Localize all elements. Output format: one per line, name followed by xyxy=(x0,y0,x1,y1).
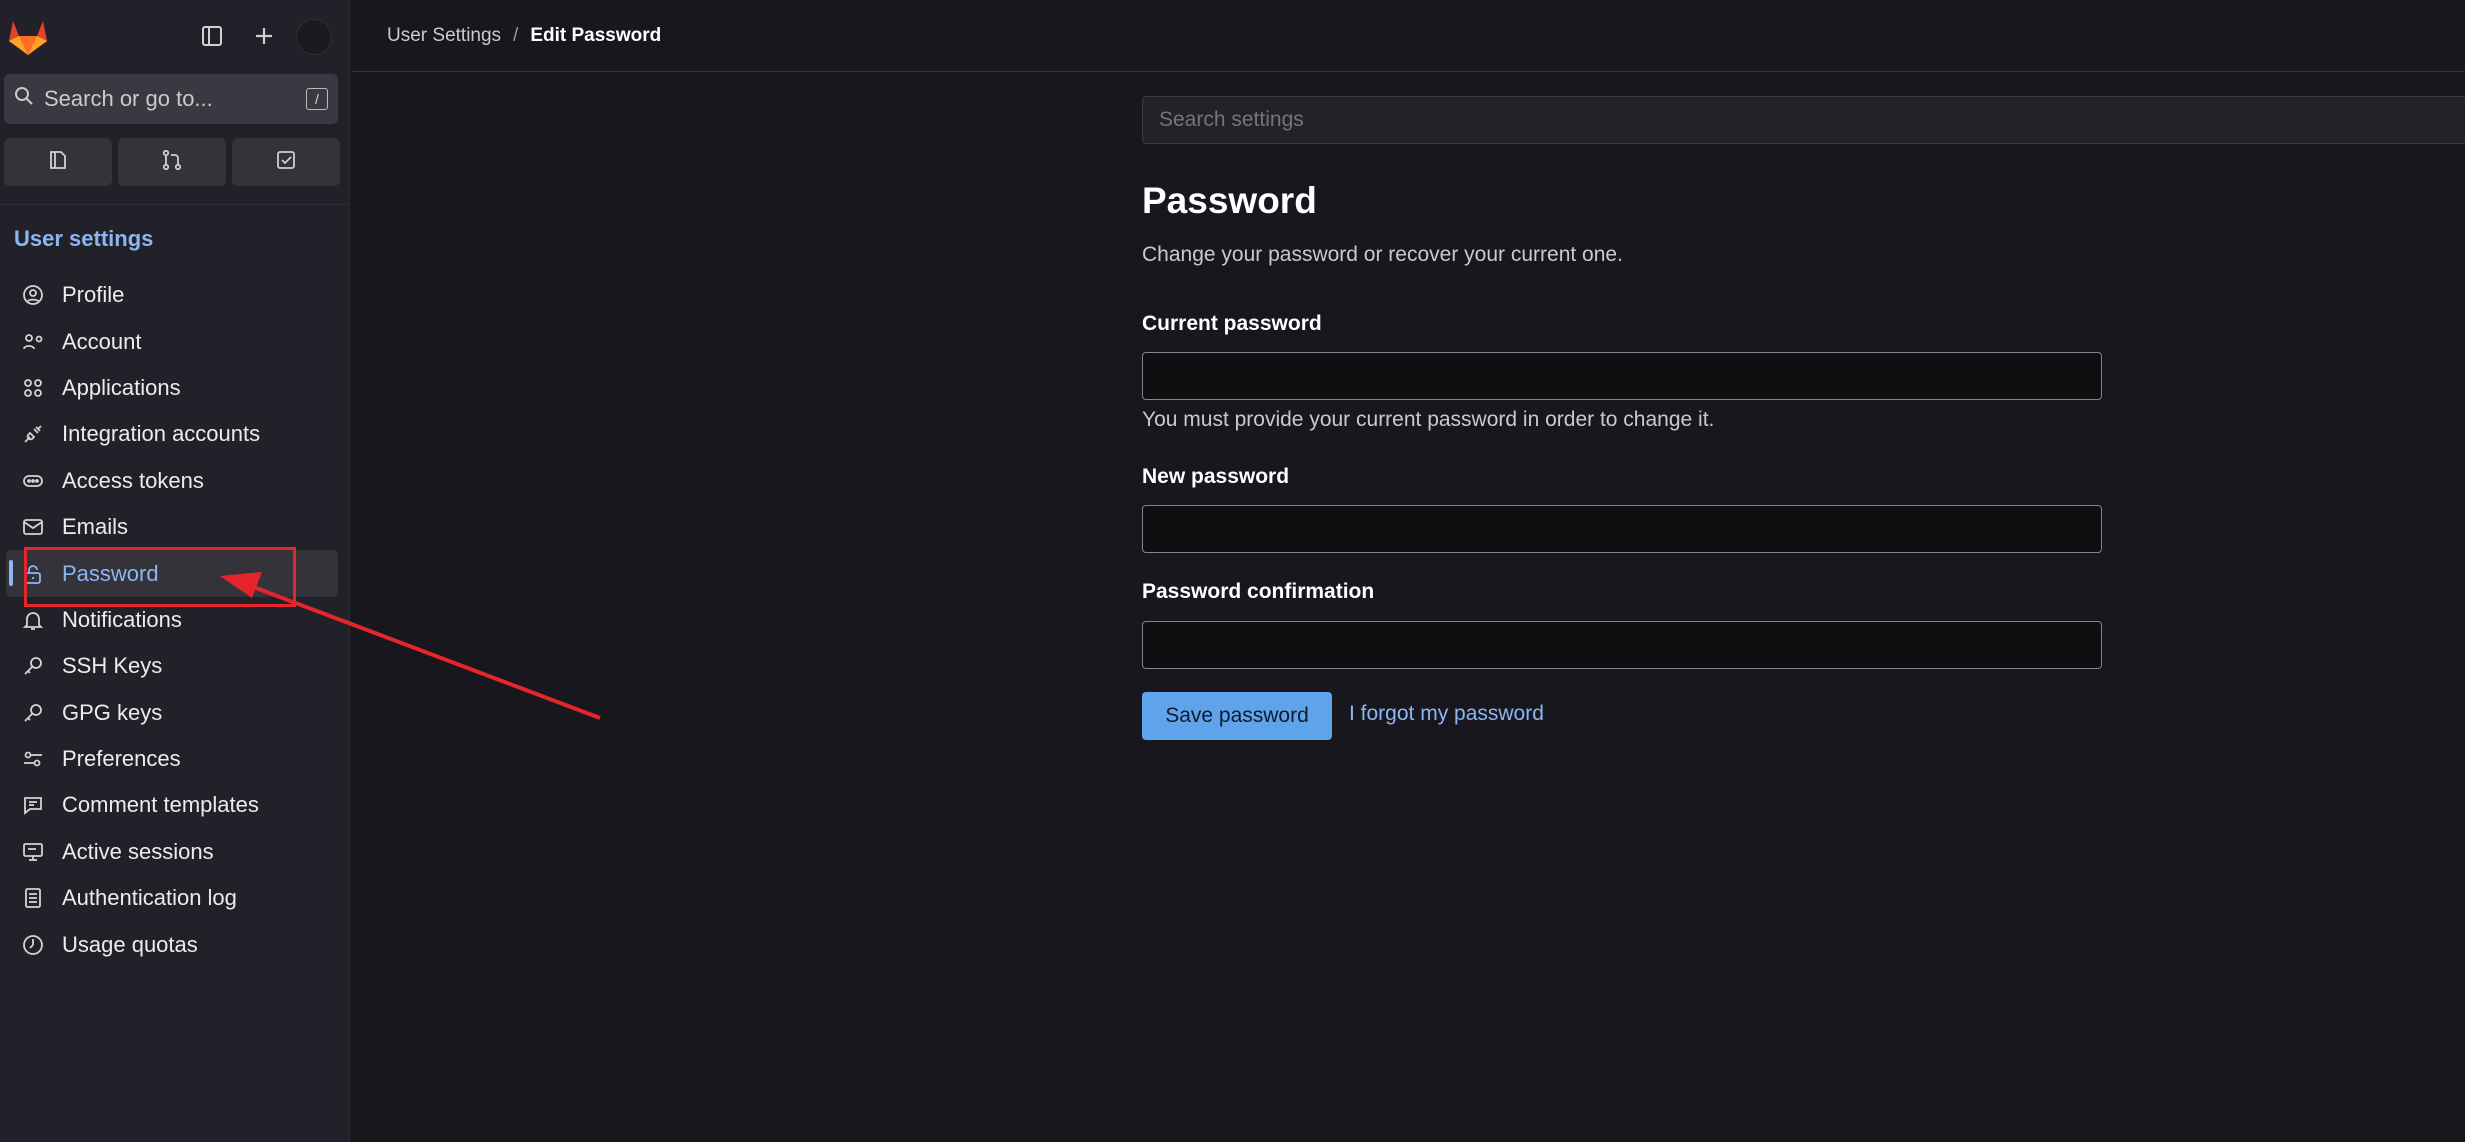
global-search-placeholder: Search or go to... xyxy=(44,86,213,111)
sidebar-item-label: Applications xyxy=(62,374,181,400)
search-settings-input[interactable] xyxy=(1142,96,2465,144)
quick-actions xyxy=(4,138,340,186)
todo-icon xyxy=(275,149,297,176)
sidebar-item-authentication-log[interactable]: Authentication log xyxy=(0,875,350,921)
issues-button[interactable] xyxy=(4,138,112,186)
sidebar-item-gpg-keys[interactable]: GPG keys xyxy=(0,690,350,736)
breadcrumb-separator: / xyxy=(513,24,519,46)
sidebar-item-preferences[interactable]: Preferences xyxy=(0,736,350,782)
save-password-button[interactable]: Save password xyxy=(1142,692,1332,740)
global-search-button[interactable]: Search or go to... / xyxy=(4,74,338,124)
current-password-help: You must provide your current password i… xyxy=(1142,408,1715,431)
mail-icon xyxy=(20,514,46,540)
sidebar-item-ssh-keys[interactable]: SSH Keys xyxy=(0,643,350,689)
sidebar-item-label: Preferences xyxy=(62,746,181,772)
sidebar-item-label: Emails xyxy=(62,514,129,540)
profile-icon xyxy=(20,282,46,308)
new-password-label: New password xyxy=(1142,465,1290,488)
sidebar-item-integration-accounts[interactable]: Integration accounts xyxy=(0,411,350,457)
sidebar-item-usage-quotas[interactable]: Usage quotas xyxy=(0,921,350,967)
sidebar-item-active-sessions[interactable]: Active sessions xyxy=(0,829,350,875)
sidebar-item-label: Account xyxy=(62,328,142,354)
sidebar-toggle-icon[interactable] xyxy=(196,20,228,52)
breadcrumb-user-settings[interactable]: User Settings xyxy=(387,25,501,47)
sidebar-item-label: Active sessions xyxy=(62,838,214,864)
sidebar-nav: Profile Account Applications Integration… xyxy=(0,272,350,968)
sidebar-item-label: Access tokens xyxy=(62,467,204,493)
token-icon xyxy=(20,468,46,494)
sidebar-item-password[interactable]: Password xyxy=(6,550,338,597)
account-icon xyxy=(20,329,46,355)
sidebar-item-label: Usage quotas xyxy=(62,931,198,957)
monitor-icon xyxy=(20,839,46,865)
user-avatar[interactable] xyxy=(296,19,332,55)
sidebar-item-emails[interactable]: Emails xyxy=(0,504,350,550)
sidebar-item-label: Authentication log xyxy=(62,885,237,911)
log-icon xyxy=(20,885,46,911)
sidebar-item-profile[interactable]: Profile xyxy=(0,272,350,318)
plus-icon[interactable] xyxy=(248,20,280,52)
password-confirmation-label: Password confirmation xyxy=(1142,580,1375,603)
breadcrumb: User Settings / Edit Password xyxy=(351,0,2465,72)
sidebar-item-label: Integration accounts xyxy=(62,421,261,447)
sidebar-item-label: GPG keys xyxy=(62,699,163,725)
sidebar-divider xyxy=(0,204,350,205)
merge-requests-button[interactable] xyxy=(118,138,226,186)
key-icon xyxy=(20,653,46,679)
gitlab-logo[interactable] xyxy=(8,18,48,61)
sidebar-item-label: Password xyxy=(62,560,159,586)
password-confirmation-field[interactable] xyxy=(1142,621,2102,669)
search-icon xyxy=(14,86,34,112)
page-description: Change your password or recover your cur… xyxy=(1142,243,1623,266)
new-password-field[interactable] xyxy=(1142,505,2102,553)
annotation-arrow xyxy=(220,572,601,720)
sidebar-item-applications[interactable]: Applications xyxy=(0,365,350,411)
applications-icon xyxy=(20,375,46,401)
sidebar-item-notifications[interactable]: Notifications xyxy=(0,597,350,643)
sidebar-item-comment-templates[interactable]: Comment templates xyxy=(0,782,350,828)
sidebar-item-label: Profile xyxy=(62,282,125,308)
comment-icon xyxy=(20,792,46,818)
sidebar-top-bar xyxy=(0,0,350,72)
sidebar-item-label: Comment templates xyxy=(62,792,259,818)
page-title: Password xyxy=(1142,180,1317,221)
keyboard-shortcut-badge: / xyxy=(306,88,328,110)
sidebar-item-label: Notifications xyxy=(62,606,182,632)
sidebar-section-title: User settings xyxy=(14,226,154,251)
current-password-field[interactable] xyxy=(1142,352,2102,400)
lock-icon xyxy=(20,561,46,587)
current-password-label: Current password xyxy=(1142,312,1322,335)
quota-icon xyxy=(20,932,46,958)
breadcrumb-edit-password[interactable]: Edit Password xyxy=(530,25,661,47)
sidebar-item-account[interactable]: Account xyxy=(0,318,350,364)
integration-icon xyxy=(20,421,46,447)
sidebar-item-access-tokens[interactable]: Access tokens xyxy=(0,458,350,504)
forgot-password-link[interactable]: I forgot my password xyxy=(1349,702,1544,726)
todo-button[interactable] xyxy=(232,138,340,186)
preferences-icon xyxy=(20,746,46,772)
sidebar-item-label: SSH Keys xyxy=(62,653,163,679)
sidebar: Search or go to... / User settings Profi… xyxy=(0,0,350,1142)
issues-icon xyxy=(47,149,69,176)
merge-request-icon xyxy=(161,149,183,176)
bell-icon xyxy=(20,607,46,633)
key-icon xyxy=(20,700,46,726)
